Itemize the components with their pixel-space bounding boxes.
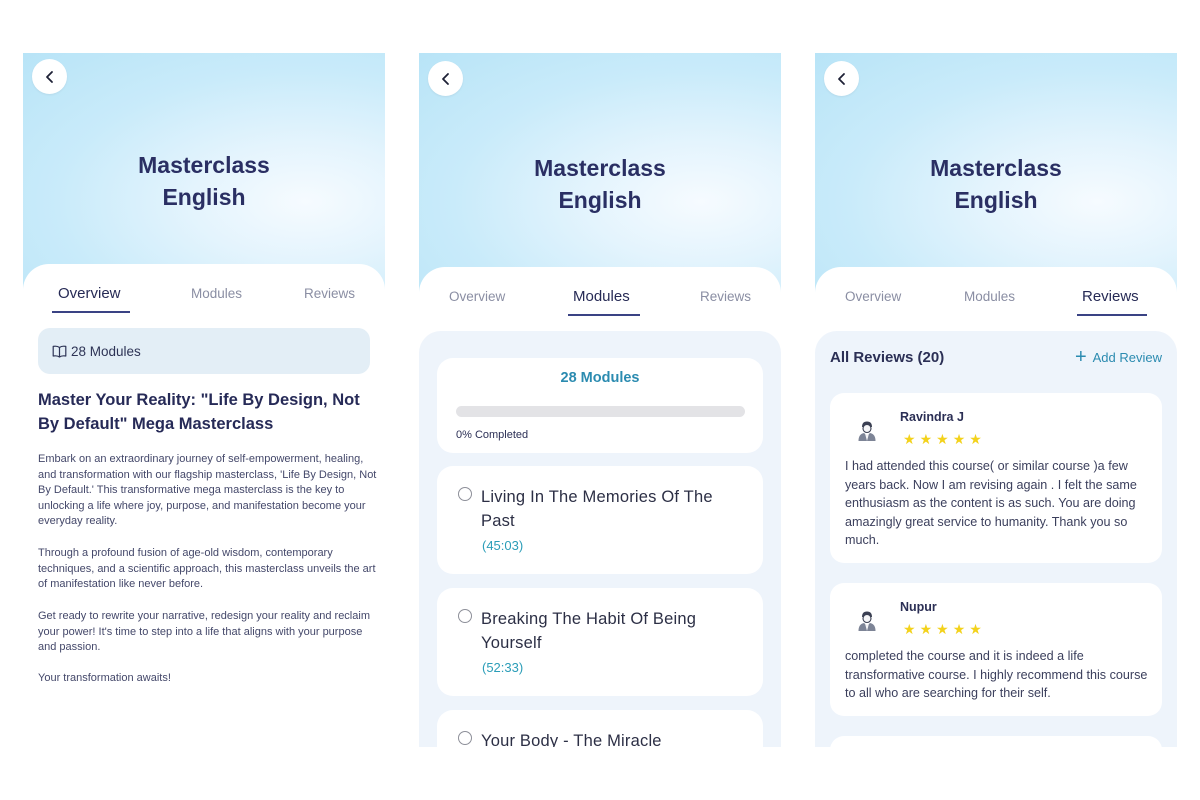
module-item[interactable]: Living In The Memories Of The Past (45:0… bbox=[437, 466, 763, 574]
tab-modules[interactable]: Modules bbox=[573, 288, 630, 305]
content-sheet: Overview Modules Reviews All Reviews (20… bbox=[815, 267, 1177, 747]
course-header: Masterclass English bbox=[815, 53, 1177, 293]
module-item[interactable]: Breaking The Habit Of Being Yourself (52… bbox=[437, 588, 763, 696]
review-card: Nupur ★★★★★ completed the course and it … bbox=[830, 583, 1162, 716]
overview-paragraph: Through a profound fusion of age-old wis… bbox=[38, 547, 376, 591]
modules-screen: Masterclass English Overview Modules Rev… bbox=[419, 53, 781, 747]
tab-reviews[interactable]: Reviews bbox=[1082, 288, 1139, 305]
overview-screen: Masterclass English Overview Modules Rev… bbox=[23, 53, 385, 747]
course-header: Masterclass English bbox=[419, 53, 781, 293]
overview-heading: Master Your Reality: "Life By Design, No… bbox=[38, 391, 360, 433]
review-card bbox=[830, 736, 1162, 747]
modules-panel: 28 Modules 0% Completed Living In The Me… bbox=[419, 331, 781, 747]
module-duration: (52:33) bbox=[482, 660, 524, 675]
reviewer-name: Ravindra J bbox=[900, 410, 964, 424]
reviewer-name: Nupur bbox=[900, 600, 937, 614]
active-tab-indicator bbox=[1077, 314, 1147, 316]
module-title: Your Body - The Miracle bbox=[481, 732, 662, 747]
review-text: completed the course and it is indeed a … bbox=[845, 649, 1148, 700]
overview-paragraph: Embark on an extraordinary journey of se… bbox=[38, 453, 377, 528]
tab-overview[interactable]: Overview bbox=[449, 289, 505, 304]
tab-modules[interactable]: Modules bbox=[964, 289, 1015, 304]
star-icon: ★ bbox=[936, 431, 953, 447]
module-title: Living In The Memories Of The Past bbox=[481, 488, 713, 530]
user-avatar-icon bbox=[858, 611, 876, 631]
modules-count-label: 28 Modules bbox=[560, 370, 640, 386]
radio-empty-icon[interactable] bbox=[458, 487, 472, 501]
tab-overview[interactable]: Overview bbox=[845, 289, 901, 304]
back-button[interactable] bbox=[824, 61, 859, 96]
modules-count-chip: 28 Modules bbox=[38, 328, 370, 374]
star-icon: ★ bbox=[969, 431, 986, 447]
tab-reviews[interactable]: Reviews bbox=[700, 289, 751, 304]
progress-label: 0% Completed bbox=[456, 429, 529, 441]
course-title: Masterclass English bbox=[534, 155, 666, 213]
star-icon: ★ bbox=[952, 621, 970, 637]
module-duration: (45:03) bbox=[482, 538, 524, 553]
review-card: Ravindra J ★★★★★ I had attended this cou… bbox=[830, 393, 1162, 563]
active-tab-indicator bbox=[52, 311, 130, 313]
back-button[interactable] bbox=[32, 59, 67, 94]
star-icon: ★ bbox=[903, 431, 920, 447]
chevron-left-icon bbox=[45, 70, 53, 83]
overview-paragraph: Your transformation awaits! bbox=[38, 672, 171, 684]
star-icon: ★ bbox=[903, 621, 920, 637]
back-button[interactable] bbox=[428, 61, 463, 96]
book-open-icon bbox=[52, 345, 67, 358]
overview-paragraph: Get ready to rewrite your narrative, red… bbox=[38, 610, 370, 654]
course-title: Masterclass English bbox=[138, 152, 270, 210]
reviews-panel: All Reviews (20) + Add Review Ravindra J… bbox=[815, 331, 1177, 747]
radio-empty-icon[interactable] bbox=[458, 609, 472, 623]
content-sheet: Overview Modules Reviews 28 Modules Mast… bbox=[23, 264, 385, 747]
plus-icon: + bbox=[1074, 346, 1087, 368]
tab-reviews[interactable]: Reviews bbox=[304, 286, 355, 301]
content-sheet: Overview Modules Reviews 28 Modules 0% C… bbox=[419, 267, 781, 747]
reviews-heading: All Reviews (20) bbox=[830, 349, 945, 366]
radio-empty-icon[interactable] bbox=[458, 731, 472, 745]
add-review-button[interactable]: + Add Review bbox=[1074, 346, 1162, 368]
star-icon: ★ bbox=[969, 621, 986, 637]
tab-modules[interactable]: Modules bbox=[191, 286, 242, 301]
user-avatar-icon bbox=[858, 421, 876, 441]
star-icon: ★ bbox=[919, 621, 937, 637]
review-text: I had attended this course( or similar c… bbox=[845, 459, 1137, 547]
module-item[interactable]: Your Body - The Miracle bbox=[437, 710, 763, 747]
add-review-label: Add Review bbox=[1092, 349, 1162, 365]
star-icon: ★ bbox=[919, 431, 937, 447]
star-icon: ★ bbox=[952, 431, 970, 447]
star-icon: ★ bbox=[936, 621, 953, 637]
course-title: Masterclass English bbox=[930, 155, 1062, 213]
tab-overview[interactable]: Overview bbox=[58, 285, 121, 302]
chevron-left-icon bbox=[837, 72, 845, 85]
course-header: Masterclass English bbox=[23, 53, 385, 293]
progress-card: 28 Modules 0% Completed bbox=[437, 358, 763, 453]
reviews-screen: Masterclass English Overview Modules Rev… bbox=[815, 53, 1177, 747]
star-rating: ★★★★★ bbox=[903, 431, 986, 448]
chevron-left-icon bbox=[441, 72, 449, 85]
progress-bar bbox=[456, 406, 745, 417]
star-rating: ★★★★★ bbox=[903, 621, 986, 638]
module-title: Breaking The Habit Of Being Yourself bbox=[481, 610, 697, 652]
modules-count-label: 28 Modules bbox=[71, 343, 141, 359]
active-tab-indicator bbox=[568, 314, 640, 316]
